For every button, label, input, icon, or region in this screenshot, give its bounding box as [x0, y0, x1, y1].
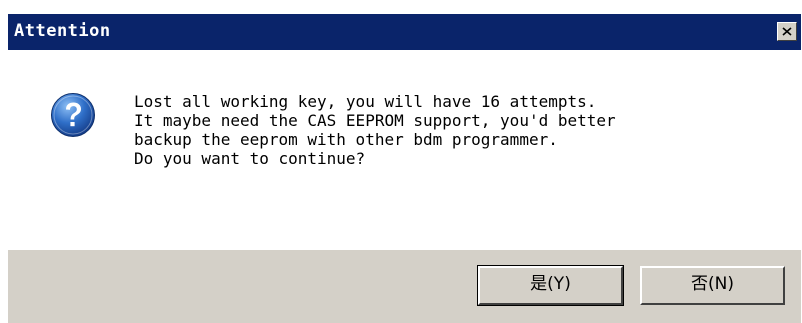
question-icon	[51, 93, 95, 137]
dialog-title: Attention	[14, 21, 111, 41]
close-icon	[782, 27, 792, 36]
close-button[interactable]	[777, 22, 797, 41]
yes-button[interactable]: 是(Y)	[477, 265, 624, 306]
dialog-message: Lost all working key, you will have 16 a…	[134, 92, 616, 168]
dialog-left-border	[0, 14, 8, 323]
button-bar: 是(Y) 否(N)	[8, 250, 801, 323]
dialog-titlebar[interactable]: Attention	[8, 14, 801, 50]
no-button[interactable]: 否(N)	[640, 266, 785, 305]
dialog-body: Lost all working key, you will have 16 a…	[8, 50, 801, 250]
attention-dialog: Attention Lost all working key, you will…	[0, 0, 802, 323]
